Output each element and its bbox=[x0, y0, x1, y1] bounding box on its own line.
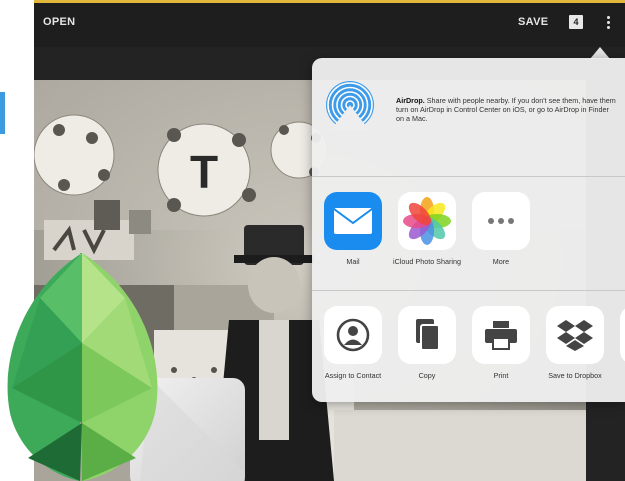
mail-icon bbox=[324, 192, 382, 250]
airdrop-icon bbox=[326, 81, 374, 130]
section-divider bbox=[312, 176, 625, 177]
partial-action-icon bbox=[620, 306, 625, 364]
open-button[interactable]: OPEN bbox=[43, 16, 75, 28]
share-sheet: AirDrop. Share with people nearby. If yo… bbox=[312, 58, 625, 402]
copy-icon bbox=[398, 306, 456, 364]
printer-icon bbox=[472, 306, 530, 364]
save-to-dropbox-action[interactable]: Save to Dropbox bbox=[540, 306, 610, 381]
icloud-photo-sharing-label: iCloud Photo Sharing bbox=[393, 257, 461, 266]
photos-icon bbox=[398, 192, 456, 250]
layers-badge[interactable]: 4 bbox=[569, 15, 583, 29]
more-icon bbox=[472, 192, 530, 250]
icloud-photo-sharing-app[interactable]: iCloud Photo Sharing bbox=[392, 192, 462, 267]
background-app-edge bbox=[0, 92, 5, 134]
airdrop-body: Share with people nearby. If you don't s… bbox=[396, 96, 616, 123]
copy-action[interactable]: Copy bbox=[392, 306, 462, 381]
assign-to-contact-label: Assign to Contact bbox=[324, 371, 382, 380]
more-label: More bbox=[492, 257, 510, 266]
print-label: Print bbox=[493, 371, 509, 380]
snapseed-leaf-icon bbox=[7, 253, 245, 481]
app-screenshot: OPEN SAVE 4 T AirDrop. Share with people… bbox=[0, 0, 625, 481]
mail-app[interactable]: Mail bbox=[318, 192, 388, 267]
airdrop-title: AirDrop. bbox=[396, 96, 425, 105]
more-apps[interactable]: More bbox=[466, 192, 536, 267]
print-action[interactable]: Print bbox=[466, 306, 536, 381]
copy-label: Copy bbox=[418, 371, 436, 380]
mail-label: Mail bbox=[346, 257, 360, 266]
dropbox-icon bbox=[546, 306, 604, 364]
sign-letter: T bbox=[190, 146, 218, 198]
airdrop-description: AirDrop. Share with people nearby. If yo… bbox=[396, 96, 618, 123]
assign-to-contact-action[interactable]: Assign to Contact bbox=[318, 306, 388, 381]
contact-icon bbox=[324, 306, 382, 364]
airdrop-section[interactable]: AirDrop. Share with people nearby. If yo… bbox=[312, 58, 625, 176]
more-options-icon[interactable] bbox=[605, 16, 611, 30]
save-to-dropbox-label: Save to Dropbox bbox=[548, 371, 602, 380]
top-toolbar: OPEN SAVE 4 bbox=[34, 3, 625, 47]
section-divider bbox=[312, 290, 625, 291]
save-button[interactable]: SAVE bbox=[518, 16, 548, 28]
next-action-partial[interactable] bbox=[614, 306, 625, 364]
